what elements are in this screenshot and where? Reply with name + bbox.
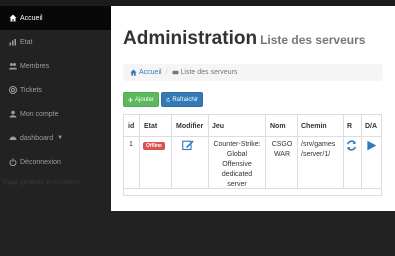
life-ring-icon [8, 86, 17, 95]
breadcrumb-current-label: Liste des serveurs [180, 69, 238, 76]
sidebar-item-label: Etat [20, 38, 33, 46]
column-header-da: D/A [365, 123, 378, 130]
main-panel: Administration Liste des serveurs Accueil… [111, 6, 395, 211]
refresh-icon [166, 97, 170, 102]
page-title: Administration Liste des serveurs [123, 28, 365, 50]
gamepad-icon [171, 70, 179, 75]
column-divider [297, 115, 298, 188]
dashboard-icon [8, 14, 17, 23]
sidebar-item-dashboard[interactable]: dashboard ▼ [0, 126, 111, 150]
breadcrumb-home[interactable]: Accueil [130, 69, 162, 76]
sidebar-item-accueil[interactable]: Accueil [0, 6, 111, 30]
add-server-button[interactable]: Ajouter [123, 92, 159, 107]
column-divider [361, 115, 362, 188]
column-divider [208, 115, 209, 188]
sidebar-item-label: Mon compte [20, 110, 59, 118]
add-button-label: Ajouter [134, 96, 154, 103]
column-header-nom: Nom [270, 123, 286, 130]
cell-jeu-line: Counter-Strike: [213, 141, 261, 148]
user-icon [8, 110, 17, 119]
bar-chart-icon [8, 38, 17, 47]
cell-id: 1 [129, 141, 133, 148]
column-divider [343, 115, 344, 188]
column-header-jeu: Jeu [212, 123, 225, 130]
sidebar-item-deconnexion[interactable]: Déconnexion [0, 150, 111, 174]
sidebar-item-membres[interactable]: Membres [0, 54, 111, 78]
sidebar-item-label: Membres [20, 62, 50, 70]
sidebar-item-label: Accueil [20, 14, 43, 22]
cell-nom-line: WAR [273, 151, 291, 158]
cell-jeu-line: dedicated [221, 171, 253, 178]
page-subtitle: Liste des serveurs [260, 33, 366, 47]
cell-chemin: /srv/games /server/1/ [301, 140, 335, 160]
column-divider [139, 115, 140, 188]
sidebar-item-label: Tickets [20, 86, 42, 94]
power-icon [8, 158, 17, 167]
plus-icon [128, 97, 133, 102]
cell-jeu-line: Global [226, 151, 248, 158]
status-badge: Offline [143, 142, 165, 150]
column-header-id: id [128, 123, 135, 130]
servers-table: id Etat Modifier Jeu Nom Chemin R D/A 1 … [123, 114, 382, 196]
refresh-button-label: Rafraichir [172, 96, 198, 103]
caret-down-icon: ▼ [57, 135, 64, 141]
breadcrumb: Accueil / Liste des serveurs [123, 64, 383, 81]
edit-icon[interactable] [182, 139, 194, 153]
sidebar-item-tickets[interactable]: Tickets [0, 78, 111, 102]
column-header-chemin: Chemin [301, 123, 327, 130]
cell-nom: CSGO WAR [267, 140, 297, 160]
column-header-r: R [347, 123, 353, 130]
column-header-modifier: Modifier [176, 123, 204, 130]
sidebar-item-etat[interactable]: Etat [0, 30, 111, 54]
cell-jeu-line: Offensive [222, 161, 252, 168]
sidebar-item-label: Déconnexion [20, 158, 61, 166]
column-divider [265, 115, 266, 188]
home-icon [130, 69, 137, 76]
cell-nom-line: CSGO [271, 141, 293, 148]
page-title-text: Administration [123, 28, 258, 49]
column-divider [171, 115, 172, 188]
dashboard-icon [8, 134, 17, 143]
restart-icon[interactable] [346, 140, 357, 153]
sidebar-item-label: dashboard [20, 134, 54, 142]
play-icon[interactable] [366, 140, 377, 153]
breadcrumb-separator: / [165, 69, 168, 76]
breadcrumb-current: Liste des serveurs [171, 69, 238, 76]
cell-chemin-line: /server/1/ [301, 151, 331, 158]
breadcrumb-home-label: Accueil [139, 69, 162, 76]
cell-jeu-line: server [227, 181, 247, 188]
refresh-button[interactable]: Rafraichir [161, 92, 203, 107]
cell-chemin-line: /srv/games [301, 141, 336, 148]
cell-jeu: Counter-Strike: Global Offensive dedicat… [210, 140, 264, 190]
users-icon [8, 62, 17, 71]
sidebar-item-mon-compte[interactable]: Mon compte [0, 102, 111, 126]
page-generation-note: Page générée en 0.008ms [3, 179, 80, 186]
sidebar: Accueil Etat Membres Tickets Mon compte … [0, 6, 111, 256]
column-header-etat: Etat [144, 123, 158, 130]
